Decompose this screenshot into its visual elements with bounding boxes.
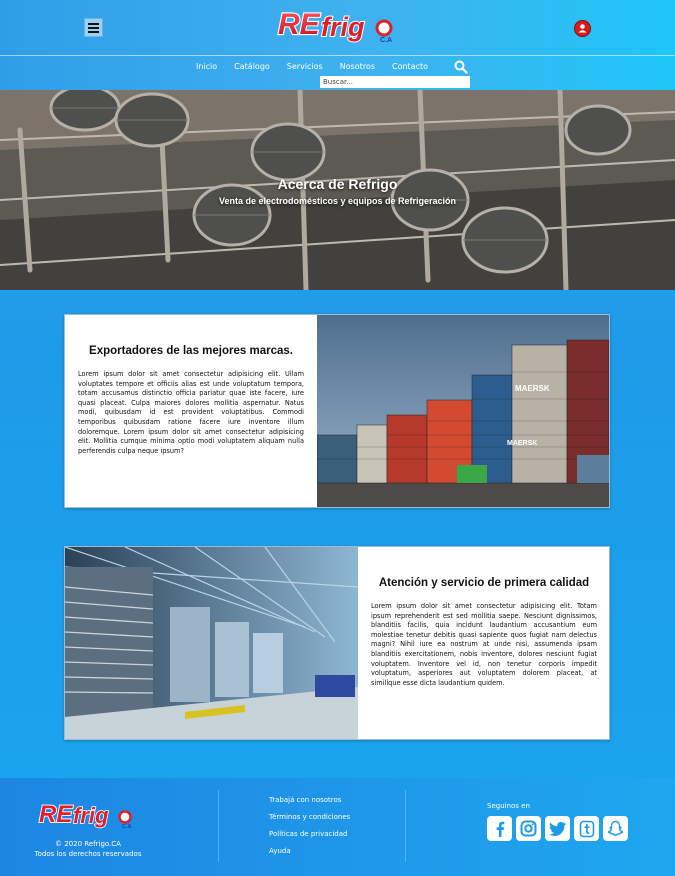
search-icon[interactable] xyxy=(454,60,468,74)
hero-title: Acerca de Refrigo xyxy=(277,176,398,192)
header-divider xyxy=(0,55,675,56)
feature-card-exporters: Exportadores de las mejores marcas. Lore… xyxy=(64,314,610,508)
feature-card-service: Atención y servicio de primera calidad L… xyxy=(64,546,610,740)
nav-servicios[interactable]: Servicios xyxy=(287,62,323,74)
nav-catalogo[interactable]: Catálogo xyxy=(234,62,270,74)
footer-link-privacidad[interactable]: Políticas de privacidad xyxy=(269,830,350,839)
containers-image: MAERSK MAERSK xyxy=(317,315,609,507)
facebook-icon[interactable] xyxy=(487,816,512,841)
card-title: Exportadores de las mejores marcas. xyxy=(89,345,293,357)
main-nav: Inicio Catálogo Servicios Nosotros Conta… xyxy=(196,62,445,74)
footer: RE frig C.A © 2020 Refrigo.CA Todos los … xyxy=(0,778,675,876)
card-body: Lorem ipsum dolor sit amet consectetur a… xyxy=(371,602,597,687)
nav-nosotros[interactable]: Nosotros xyxy=(340,62,375,74)
menu-icon[interactable] xyxy=(84,18,103,37)
copyright-text: © 2020 Refrigo.CA xyxy=(55,840,121,848)
nav-contacto[interactable]: Contacto xyxy=(392,62,428,74)
card-title: Atención y servicio de primera calidad xyxy=(378,577,590,589)
footer-divider xyxy=(405,790,406,862)
logo-wordmark: frig xyxy=(321,12,365,42)
svg-text:C.A: C.A xyxy=(380,37,392,44)
rights-text: Todos los derechos reservados xyxy=(34,850,142,858)
card-text: Exportadores de las mejores marcas. Lore… xyxy=(65,315,317,507)
footer-divider xyxy=(218,790,219,862)
svg-text:C.A: C.A xyxy=(122,824,132,830)
svg-text:MAERSK: MAERSK xyxy=(507,440,537,447)
search-input[interactable] xyxy=(320,76,470,88)
svg-text:MAERSK: MAERSK xyxy=(515,384,550,393)
user-icon[interactable] xyxy=(574,20,591,37)
nav-inicio[interactable]: Inicio xyxy=(196,62,217,74)
header: RE frig C.A Inicio Catálogo Servicios No… xyxy=(0,0,675,90)
footer-copyright: © 2020 Refrigo.CA Todos los derechos res… xyxy=(20,839,156,859)
social-links xyxy=(487,816,628,841)
svg-text:RE: RE xyxy=(39,801,73,828)
footer-link-terminos[interactable]: Términos y condiciones xyxy=(269,813,350,822)
tumblr-icon[interactable] xyxy=(574,816,599,841)
logo[interactable]: RE frig C.A xyxy=(276,4,402,46)
warehouse-image xyxy=(65,547,358,739)
hero-subtitle: Venta de electrodomésticos y equipos de … xyxy=(218,196,457,206)
footer-link-trabaja[interactable]: Trabajá con nosotros xyxy=(269,796,350,805)
instagram-icon[interactable] xyxy=(516,816,541,841)
snapchat-icon[interactable] xyxy=(603,816,628,841)
follow-label: Seguinos en xyxy=(487,802,530,810)
footer-links: Trabajá con nosotros Términos y condicio… xyxy=(269,796,350,864)
hero-banner: Acerca de Refrigo Venta de electrodomést… xyxy=(0,90,675,290)
svg-text:frig: frig xyxy=(73,803,109,828)
footer-link-ayuda[interactable]: Ayuda xyxy=(269,847,350,856)
twitter-icon[interactable] xyxy=(545,816,570,841)
card-body: Lorem ipsum dolor sit amet consectetur a… xyxy=(78,370,304,455)
svg-text:RE: RE xyxy=(278,8,321,41)
card-text: Atención y servicio de primera calidad L… xyxy=(358,547,609,739)
footer-logo[interactable]: RE frig C.A xyxy=(38,798,140,830)
